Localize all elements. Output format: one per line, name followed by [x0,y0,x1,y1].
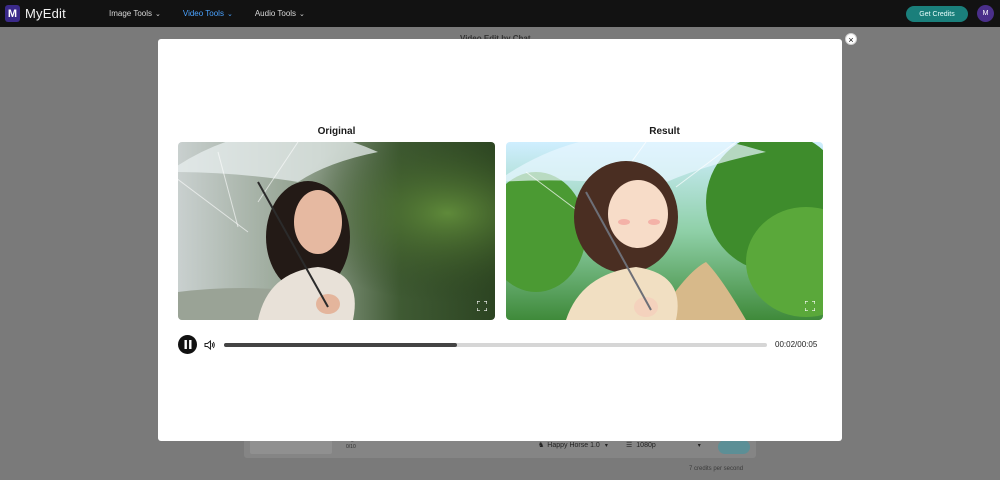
main-nav: Image Tools ⌄ Video Tools ⌄ Audio Tools ⌄ [109,0,327,27]
video-progress-bar[interactable] [224,343,767,347]
nav-video-tools[interactable]: Video Tools ⌄ [183,9,233,18]
chevron-down-icon: ⌄ [299,10,305,18]
chevron-down-icon: ⌄ [155,10,161,18]
top-navigation-bar: M MyEdit Image Tools ⌄ Video Tools ⌄ Audio… [0,0,1000,27]
logo-icon: M [5,5,20,22]
result-video[interactable] [506,142,823,320]
logo-text: MyEdit [25,6,66,21]
avatar[interactable]: M [977,5,994,22]
original-video-frame [178,142,495,320]
prompt-input[interactable] [250,440,332,454]
close-icon[interactable]: × [845,33,857,45]
pause-button[interactable] [178,335,197,354]
original-title: Original [317,126,356,137]
expand-icon[interactable] [477,301,487,311]
generate-button[interactable] [718,440,750,454]
resolution-select[interactable]: ☰ 1080p ▾ [626,441,701,450]
resolution-icon: ☰ [626,442,633,449]
expand-icon[interactable] [805,301,815,311]
result-title: Result [649,126,680,137]
video-progress-fill [224,343,458,347]
chevron-down-icon: ▾ [604,442,608,449]
original-video[interactable] [178,142,495,320]
volume-icon[interactable] [204,339,216,351]
myedit-logo[interactable]: M MyEdit [5,5,66,22]
chevron-down-icon: ▾ [697,442,701,449]
pause-icon [184,340,191,349]
get-credits-button[interactable]: Get Credits [906,6,968,22]
time-display: 00:02/00:05 [775,340,818,349]
horse-icon: ♞ [538,442,545,449]
nav-audio-tools[interactable]: Audio Tools ⌄ [255,9,305,18]
credits-note: 7 credits per second [689,466,744,472]
images-count: 0/10 [346,444,356,450]
model-select[interactable]: ♞ Happy Horse 1.0 ▾ [538,441,608,450]
chevron-down-icon: ⌄ [226,10,233,18]
nav-image-tools[interactable]: Image Tools ⌄ [109,9,161,18]
result-video-frame [506,142,823,320]
